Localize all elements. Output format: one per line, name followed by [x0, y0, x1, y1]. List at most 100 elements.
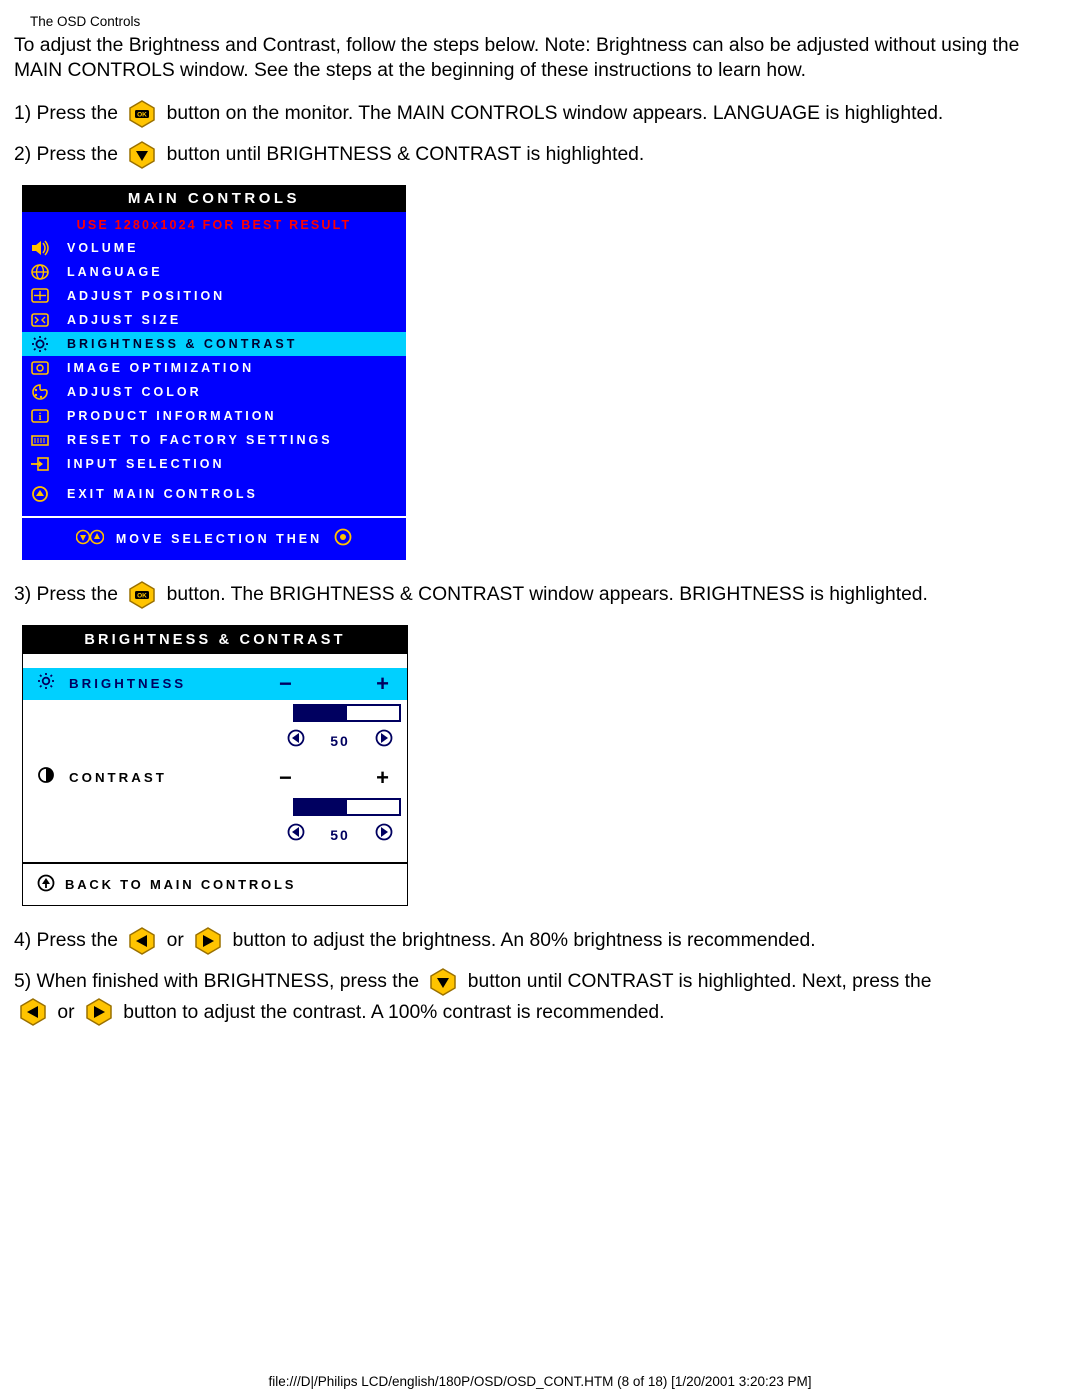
- minus-icon: −: [279, 765, 292, 791]
- step-4: 4) Press the or button to adjust the bri…: [14, 926, 1066, 957]
- right-button-icon: [84, 998, 114, 1026]
- bc-contrast-label: CONTRAST: [69, 770, 279, 785]
- ok-button-icon: [127, 581, 157, 609]
- step-3-text-a: 3) Press the: [14, 584, 123, 605]
- osd-item-size[interactable]: ADJUST SIZE: [22, 308, 406, 332]
- osd-item-label: ADJUST COLOR: [51, 385, 202, 399]
- bc-contrast-row[interactable]: CONTRAST −+: [23, 762, 407, 794]
- osd-item-label: VOLUME: [51, 241, 138, 255]
- minus-icon: −: [279, 671, 292, 697]
- osd-item-label: LANGUAGE: [51, 265, 163, 279]
- osd-item-language[interactable]: LANGUAGE: [22, 260, 406, 284]
- bc-title: BRIGHTNESS & CONTRAST: [23, 626, 407, 654]
- step-4-text-b: button to adjust the brightness. An 80% …: [233, 930, 816, 951]
- bc-contrast-value: 50: [305, 827, 375, 843]
- step-3-text-b: button. The BRIGHTNESS & CONTRAST window…: [167, 584, 928, 605]
- down-button-icon: [428, 968, 458, 996]
- bc-brightness-bar-row: [23, 700, 407, 726]
- bc-brightness-bar-fill: [295, 706, 347, 720]
- osd-item-volume[interactable]: VOLUME: [22, 236, 406, 260]
- bc-back-row[interactable]: BACK TO MAIN CONTROLS: [23, 864, 407, 905]
- osd-item-reset[interactable]: RESET TO FACTORY SETTINGS: [22, 428, 406, 452]
- step-3: 3) Press the button. The BRIGHTNESS & CO…: [14, 580, 1066, 611]
- bc-back-label: BACK TO MAIN CONTROLS: [65, 877, 296, 892]
- bc-brightness-plusminus: −+: [279, 671, 407, 697]
- osd-item-product-info[interactable]: i PRODUCT INFORMATION: [22, 404, 406, 428]
- osd-item-label: INPUT SELECTION: [51, 457, 225, 471]
- optim-icon: [29, 358, 51, 378]
- right-arrow-icon[interactable]: [375, 823, 393, 846]
- palette-icon: [29, 382, 51, 402]
- step-2-text-a: 2) Press the: [14, 144, 123, 165]
- bc-contrast-bar: [293, 798, 401, 816]
- reset-icon: [29, 430, 51, 450]
- step-2-text-b: button until BRIGHTNESS & CONTRAST is hi…: [167, 144, 645, 165]
- bc-brightness-row[interactable]: BRIGHTNESS −+: [23, 668, 407, 700]
- bc-brightness-value-row: 50: [23, 726, 407, 756]
- step-1-text-b: button on the monitor. The MAIN CONTROLS…: [167, 103, 944, 124]
- step-1: 1) Press the button on the monitor. The …: [14, 99, 1066, 130]
- back-icon: [37, 874, 55, 895]
- page-header: The OSD Controls: [30, 14, 1066, 29]
- bc-brightness-value: 50: [305, 733, 375, 749]
- exit-icon: [29, 484, 51, 504]
- osd-footer: MOVE SELECTION THEN: [22, 518, 406, 560]
- main-controls-panel: MAIN CONTROLS USE 1280x1024 FOR BEST RES…: [22, 185, 406, 560]
- volume-icon: [29, 238, 51, 258]
- left-arrow-icon[interactable]: [287, 729, 305, 752]
- size-icon: [29, 310, 51, 330]
- brightness-contrast-panel: BRIGHTNESS & CONTRAST BRIGHTNESS −+ 50 C…: [22, 625, 408, 906]
- step-4-or: or: [167, 930, 190, 951]
- left-button-icon: [18, 998, 48, 1026]
- osd-item-input[interactable]: INPUT SELECTION: [22, 452, 406, 476]
- bc-contrast-value-row: 50: [23, 820, 407, 850]
- step-2: 2) Press the button until BRIGHTNESS & C…: [14, 140, 1066, 171]
- right-button-icon: [193, 927, 223, 955]
- contrast-icon: [23, 766, 69, 789]
- step-1-text-a: 1) Press the: [14, 103, 123, 124]
- osd-item-brightness-contrast[interactable]: BRIGHTNESS & CONTRAST: [22, 332, 406, 356]
- sun-icon: [23, 672, 69, 695]
- info-icon: i: [29, 406, 51, 426]
- osd-item-label: IMAGE OPTIMIZATION: [51, 361, 254, 375]
- osd-item-label: PRODUCT INFORMATION: [51, 409, 277, 423]
- osd-footer-label: MOVE SELECTION THEN: [116, 532, 322, 546]
- ok-button-icon: [127, 100, 157, 128]
- bc-contrast-plusminus: −+: [279, 765, 407, 791]
- bc-contrast-bar-fill: [295, 800, 347, 814]
- position-icon: [29, 286, 51, 306]
- bc-brightness-bar: [293, 704, 401, 722]
- globe-icon: [29, 262, 51, 282]
- osd-item-label: ADJUST SIZE: [51, 313, 181, 327]
- osd-item-color[interactable]: ADJUST COLOR: [22, 380, 406, 404]
- osd-item-position[interactable]: ADJUST POSITION: [22, 284, 406, 308]
- step-5: 5) When finished with BRIGHTNESS, press …: [14, 967, 1066, 1029]
- step-4-text-a: 4) Press the: [14, 930, 123, 951]
- svg-text:i: i: [39, 412, 42, 423]
- down-button-icon: [127, 141, 157, 169]
- plus-icon: +: [376, 765, 389, 791]
- ok-circle-icon: [334, 528, 352, 549]
- input-icon: [29, 454, 51, 474]
- step-5-text-c: button to adjust the contrast. A 100% co…: [123, 1002, 664, 1023]
- main-controls-title: MAIN CONTROLS: [22, 185, 406, 212]
- osd-item-label: RESET TO FACTORY SETTINGS: [51, 433, 333, 447]
- bc-brightness-label: BRIGHTNESS: [69, 676, 279, 691]
- step-5-text-a: 5) When finished with BRIGHTNESS, press …: [14, 971, 424, 992]
- main-controls-subtitle: USE 1280x1024 FOR BEST RESULT: [22, 212, 406, 236]
- left-button-icon: [127, 927, 157, 955]
- osd-item-label: ADJUST POSITION: [51, 289, 225, 303]
- plus-icon: +: [376, 671, 389, 697]
- updown-arrows-icon: [76, 528, 104, 549]
- left-arrow-icon[interactable]: [287, 823, 305, 846]
- intro-paragraph: To adjust the Brightness and Contrast, f…: [14, 33, 1066, 83]
- page-footer: file:///D|/Philips LCD/english/180P/OSD/…: [0, 1374, 1080, 1389]
- osd-item-exit[interactable]: EXIT MAIN CONTROLS: [22, 482, 406, 506]
- osd-item-label: BRIGHTNESS & CONTRAST: [51, 337, 297, 351]
- osd-item-image-optim[interactable]: IMAGE OPTIMIZATION: [22, 356, 406, 380]
- right-arrow-icon[interactable]: [375, 729, 393, 752]
- bc-contrast-bar-row: [23, 794, 407, 820]
- step-5-or: or: [57, 1002, 80, 1023]
- osd-item-label: EXIT MAIN CONTROLS: [51, 487, 258, 501]
- sun-icon: [29, 334, 51, 354]
